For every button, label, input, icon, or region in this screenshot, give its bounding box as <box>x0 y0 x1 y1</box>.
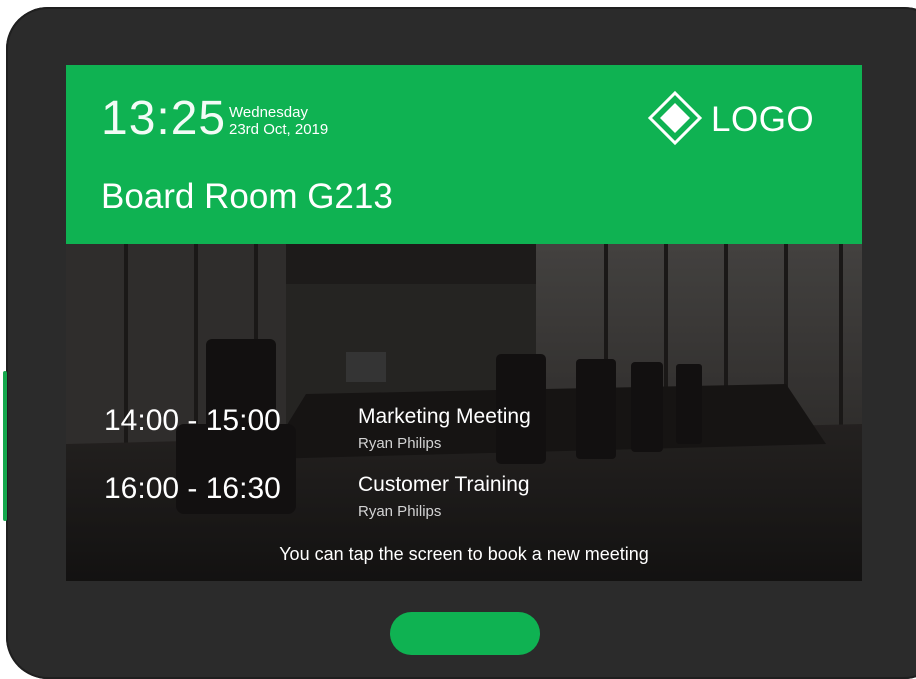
diamond-icon <box>647 90 703 151</box>
room-photo-background[interactable]: 14:00 - 15:00 Marketing Meeting Ryan Phi… <box>66 244 862 581</box>
room-name: Board Room G213 <box>101 177 393 216</box>
booking-host: Ryan Philips <box>358 503 442 520</box>
room-display-screen[interactable]: 13:25 Wednesday 23rd Oct, 2019 LOGO Boar… <box>66 65 862 581</box>
status-led <box>3 371 7 521</box>
date-label: 23rd Oct, 2019 <box>229 121 329 138</box>
header-bar: 13:25 Wednesday 23rd Oct, 2019 LOGO Boar… <box>66 65 862 244</box>
booking-time: 14:00 - 15:00 <box>104 404 281 437</box>
logo-text: LOGO <box>711 100 815 139</box>
weekday-label: Wednesday <box>229 104 308 121</box>
booking-item[interactable]: 14:00 - 15:00 Marketing Meeting Ryan Phi… <box>104 406 804 466</box>
date-block: Wednesday 23rd Oct, 2019 <box>229 104 328 138</box>
tap-to-book-hint: You can tap the screen to book a new mee… <box>279 544 649 564</box>
booking-item[interactable]: 16:00 - 16:30 Customer Training Ryan Phi… <box>104 474 804 534</box>
clock: 13:25 <box>101 92 227 145</box>
booking-host: Ryan Philips <box>358 435 442 452</box>
booking-title: Marketing Meeting <box>358 405 531 428</box>
company-logo: LOGO <box>647 90 815 151</box>
home-button[interactable] <box>390 612 540 655</box>
booking-title: Customer Training <box>358 473 530 496</box>
booking-time: 16:00 - 16:30 <box>104 472 281 505</box>
